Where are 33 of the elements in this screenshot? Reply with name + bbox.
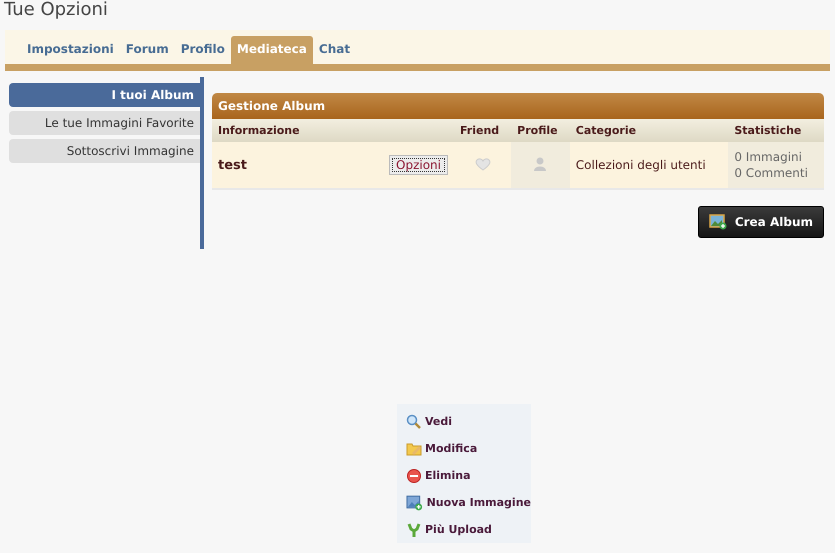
search-icon	[406, 414, 422, 430]
tab[interactable]: Chat	[312, 36, 356, 64]
column-header: Statistiche	[728, 119, 824, 142]
menu-item[interactable]: Vedi	[397, 408, 531, 435]
create-album-button[interactable]: Crea Album	[698, 206, 824, 238]
sidebar-item[interactable]: I tuoi Album	[9, 83, 200, 107]
folder-icon	[406, 440, 422, 456]
column-header: Profile	[511, 119, 570, 142]
picture-add-icon	[708, 214, 727, 230]
sidebar-item[interactable]: Le tue Immagini Favorite	[9, 111, 200, 135]
panel-title: Gestione Album	[212, 93, 824, 119]
minus-circle-icon	[406, 468, 422, 484]
person-icon[interactable]	[533, 156, 548, 172]
tab[interactable]: Forum	[120, 36, 175, 64]
tab[interactable]: Impostazioni	[21, 36, 120, 64]
hearts-icon[interactable]	[474, 156, 492, 170]
picture-add-icon	[406, 494, 424, 510]
menu-item[interactable]: Più Upload	[397, 516, 531, 543]
tab[interactable]: Profilo	[174, 36, 231, 64]
options-button[interactable]: Opzioni	[389, 155, 448, 175]
comment-count: 0 Commenti	[734, 165, 809, 181]
category-cell: Collezioni degli utenti	[570, 142, 728, 189]
menu-item[interactable]: Nuova Immagine	[397, 489, 531, 516]
sidebar-item[interactable]: Sottoscrivi Immagine	[9, 139, 200, 163]
column-header: Friend	[454, 119, 512, 142]
column-header: Informazione	[212, 119, 454, 142]
menu-item[interactable]: Elimina	[397, 462, 531, 489]
menu-item[interactable]: Modifica	[397, 435, 531, 462]
page-title: Tue Opzioni	[3, 0, 109, 20]
album-name: test	[218, 158, 247, 172]
fork-arrow-icon	[406, 522, 422, 538]
image-count: 0 Immagini	[734, 149, 803, 165]
column-header: Categorie	[570, 119, 728, 142]
